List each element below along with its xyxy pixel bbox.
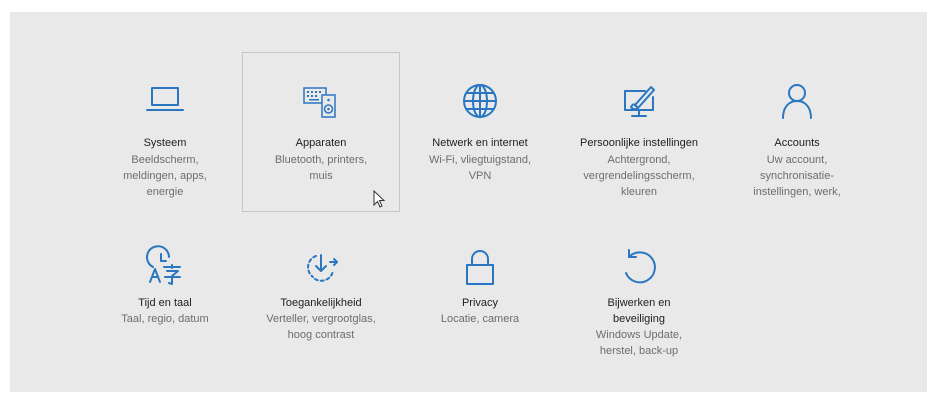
tile-description: Bluetooth, printers, muis — [274, 154, 368, 182]
tile-privacy[interactable]: Privacy Locatie, camera — [401, 218, 559, 378]
tile-toegankelijkheid[interactable]: Toegankelijkheid Verteller, vergrootglas… — [242, 218, 400, 378]
tile-title: Tijd en taal — [138, 297, 192, 309]
tile-description: Wi-Fi, vliegtuigstand, VPN — [428, 154, 532, 182]
devices-icon — [301, 81, 341, 121]
update-icon — [619, 247, 659, 287]
tile-description: Windows Update, herstel, back-up — [595, 329, 683, 357]
person-icon — [777, 81, 817, 121]
tile-bijwerken-en-beveiliging[interactable]: Bijwerken en beveiliging Windows Update,… — [560, 218, 718, 378]
tile-tijd-en-taal[interactable]: Tijd en taal Taal, regio, datum — [86, 218, 244, 378]
mouse-cursor-icon — [373, 189, 387, 210]
tile-accounts[interactable]: Accounts Uw account, synchronisatie- ins… — [718, 52, 876, 212]
time-language-icon — [145, 245, 185, 287]
tile-title: Netwerk en internet — [432, 137, 528, 149]
tile-description: Taal, regio, datum — [121, 313, 209, 325]
tile-title: Persoonlijke instellingen — [579, 137, 698, 149]
ease-of-access-icon — [301, 247, 341, 287]
tile-description: Locatie, camera — [440, 313, 520, 325]
lock-icon — [460, 247, 500, 287]
laptop-icon — [145, 81, 185, 121]
tile-title: Toegankelijkheid — [280, 297, 362, 309]
paint-icon — [619, 81, 659, 121]
tile-title: Privacy — [461, 297, 499, 309]
tile-title: Bijwerken en beveiliging — [607, 297, 671, 325]
globe-icon — [460, 81, 500, 121]
tile-title: Systeem — [143, 137, 187, 149]
tile-persoonlijke-instellingen[interactable]: Persoonlijke instellingen Achtergrond, v… — [560, 52, 718, 212]
tile-title: Apparaten — [295, 137, 347, 149]
tile-description: Uw account, synchronisatie- instellingen… — [753, 154, 841, 198]
tile-netwerk[interactable]: Netwerk en internet Wi-Fi, vliegtuigstan… — [401, 52, 559, 212]
tile-description: Beeldscherm, meldingen, apps, energie — [123, 154, 207, 198]
tile-title: Accounts — [774, 137, 820, 149]
tile-apparaten[interactable]: Apparaten Bluetooth, printers, muis — [242, 52, 400, 212]
tile-description: Verteller, vergrootglas, hoog contrast — [266, 313, 376, 341]
tile-description: Achtergrond, vergrendelingsscherm, kleur… — [583, 154, 695, 198]
tile-systeem[interactable]: Systeem Beeldscherm, meldingen, apps, en… — [86, 52, 244, 212]
